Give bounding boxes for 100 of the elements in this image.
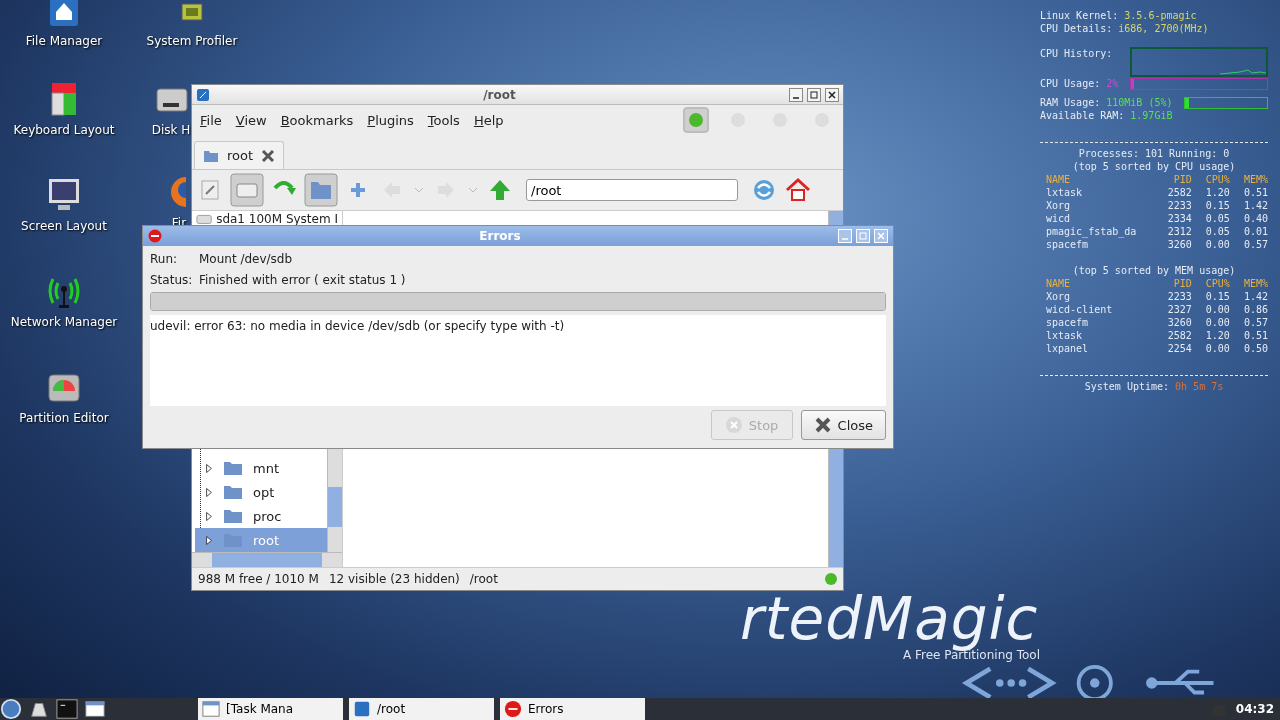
menu-item[interactable]: Bookmarks [280,112,354,128]
field-value: Mount /dev/sdb [199,251,293,266]
close-icon [813,416,832,434]
process-summary: Processes: 101 Running: 0 [1078,148,1230,159]
field-label: Status: [150,272,194,287]
error-icon [148,229,162,243]
expander-icon[interactable] [205,510,213,522]
terminal-icon[interactable] [56,698,78,720]
table-cell: 0.57 [1243,316,1268,329]
table-cell: 2582 [1167,186,1192,199]
table-cell-text: lxpanel [1046,342,1090,355]
cube-icon [353,700,371,718]
table-cell-text: wicd-client [1046,303,1114,316]
table-cell-text: wicd [1046,212,1072,225]
table-cell: 0.05 [1205,225,1230,238]
path-field[interactable]: /root [526,179,738,201]
table-cell: 0.51 [1243,186,1268,199]
field-value: Finished with error ( exit status 1 ) [199,272,406,287]
status-text: /root [469,572,498,586]
tree-item[interactable]: opt [195,480,327,504]
menu-item[interactable]: Tools [427,112,460,128]
taskbar-button[interactable]: /root [349,698,494,720]
table-cell: 2233 [1167,199,1192,212]
table-cell: 2233 [1167,290,1192,303]
table-cell: 3260 [1167,316,1192,329]
table-cell-text: spacefm [1046,238,1090,251]
device-item[interactable]: sda1 100M System I [216,212,338,226]
dialog-title: Errors [478,229,522,243]
table-cell: 0.57 [1243,238,1268,251]
table-cell-text: lxtask [1046,329,1084,342]
table-cell: 0.00 [1205,316,1230,329]
minimize-icon[interactable] [789,87,803,102]
home-icon[interactable] [784,176,812,204]
status-text: 988 M free / 1010 M [198,572,319,586]
monitor-label: CPU Details: [1040,23,1113,34]
table-cell: 0.00 [1205,342,1230,355]
expander-icon[interactable] [205,462,213,474]
close-icon[interactable] [825,87,839,102]
desktop-icon-label[interactable]: Screen Layout [21,219,107,233]
close-icon[interactable] [261,148,276,163]
table-cell: 0.15 [1205,290,1230,303]
table-cell: 0.51 [1243,329,1268,342]
tree-item[interactable]: proc [195,504,327,528]
menu-item[interactable]: File [200,112,222,128]
window-icon [202,700,220,718]
desktop-icon-label[interactable]: Network Manager [10,315,118,329]
scrollbar[interactable] [192,552,342,567]
monitor-label: Linux Kernel: [1040,10,1119,21]
table-cell-text: Xorg [1046,290,1072,303]
uptime-label: System Uptime: 0h 5m 7s [1084,381,1224,392]
table-cell: 1.42 [1243,290,1268,303]
expander-icon[interactable] [205,486,213,498]
table-cell: 1.20 [1205,186,1230,199]
tree-item[interactable]: mnt [195,456,327,480]
expander-icon[interactable] [205,534,213,546]
folder-icon [223,508,243,524]
menu-item[interactable]: Help [473,112,504,128]
column-header: CPU% [1205,277,1230,290]
drive-icon [196,213,213,225]
start-menu-icon[interactable] [0,698,22,720]
folder-tab[interactable]: root [194,141,285,169]
table-cell: 1.42 [1243,199,1268,212]
taskbar-button[interactable]: [Task Mana [198,698,343,720]
taskbar-button[interactable]: Errors [500,698,645,720]
table-cell-text: Xorg [1046,199,1072,212]
column-header: NAME [1046,277,1072,290]
table-cell: 0.01 [1243,225,1268,238]
status-light [825,573,837,585]
table-cell: 0.50 [1243,342,1268,355]
cube-icon [196,87,210,102]
column-header: NAME [1046,173,1072,186]
table-cell: 0.00 [1205,303,1230,316]
monitor-label: CPU Usage: 2% [1040,77,1119,90]
desktop-icon-label[interactable]: System Profiler [146,34,238,48]
window-icon[interactable] [84,698,106,720]
desktop-icon-label[interactable]: Disk H [151,123,191,137]
table-cell: 0.86 [1243,303,1268,316]
table-cell: 3260 [1167,238,1192,251]
desktop-icon-label[interactable]: Partition Editor [19,411,109,425]
table-cell: 0.05 [1205,212,1230,225]
table-cell-text: spacefm [1046,316,1090,329]
folder-icon[interactable] [304,173,338,207]
desktop-icon-label[interactable]: File Manager [25,34,103,48]
column-header: PID [1172,277,1192,290]
status-text: 12 visible (23 hidden) [328,572,460,586]
table-cell: 2582 [1167,329,1192,342]
table-cell: 1.20 [1205,329,1230,342]
close-button[interactable]: Close [800,410,886,440]
table-cell: 0.40 [1243,212,1268,225]
monitor-label: Available RAM: 1.97GiB [1040,110,1173,121]
desktop-icon-label[interactable]: Keyboard Layout [13,123,115,137]
folder-icon [223,484,243,500]
monitor-value: 3.5.6-pmagic [1124,10,1197,21]
table-cell: 2254 [1167,342,1192,355]
table-caption: (top 5 sorted by CPU usage) [1072,161,1236,172]
table-cell: 0.00 [1205,238,1230,251]
wallpaper-tagline: A Free Partitioning Tool [903,648,1040,662]
menu-item[interactable]: View [235,112,267,128]
menu-item[interactable]: Plugins [367,112,414,128]
monitor-label: CPU History: [1040,47,1113,60]
